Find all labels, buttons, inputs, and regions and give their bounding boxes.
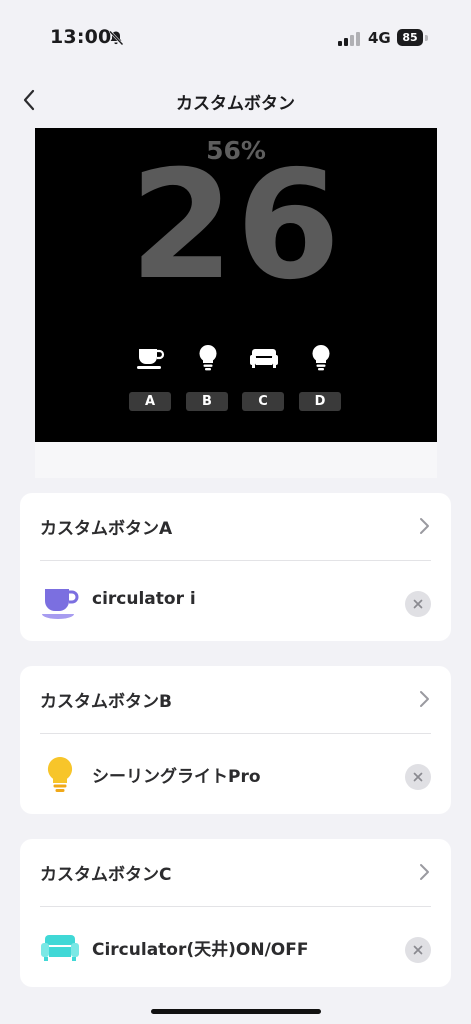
chevron-right-icon xyxy=(420,518,429,534)
slot-label: B xyxy=(186,392,228,411)
slot-label: D xyxy=(299,392,341,411)
page-title: カスタムボタン xyxy=(176,94,295,114)
device-screen-preview: 56% 26 A B C D xyxy=(35,128,437,442)
bell-slash-icon xyxy=(109,30,124,46)
nav-bar: カスタムボタン xyxy=(0,76,471,124)
custom-button-card-c: カスタムボタンC Circulator(天井)ON/OFF xyxy=(20,839,451,987)
preview-panel: 56% 26 A B C D xyxy=(35,128,437,478)
slot-label: C xyxy=(242,392,284,411)
lightbulb-icon xyxy=(199,344,217,371)
battery-icon: 85 xyxy=(397,29,429,46)
custom-button-card-a: カスタムボタンA circulator i xyxy=(20,493,451,641)
custom-button-a-header[interactable]: カスタムボタンA xyxy=(20,493,451,559)
remove-device-button[interactable] xyxy=(405,591,431,617)
device-name: シーリングライトPro xyxy=(92,767,261,787)
chevron-right-icon xyxy=(420,864,429,880)
battery-cap xyxy=(425,35,428,41)
slot-d: D xyxy=(299,344,343,411)
device-row: シーリングライトPro xyxy=(20,734,451,814)
device-row: Circulator(天井)ON/OFF xyxy=(20,907,451,987)
coffee-cup-icon xyxy=(137,349,165,369)
remove-device-button[interactable] xyxy=(405,764,431,790)
device-row: circulator i xyxy=(20,561,451,641)
slot-label: A xyxy=(129,392,171,411)
card-title: カスタムボタンA xyxy=(40,519,173,539)
device-name: circulator i xyxy=(92,589,196,609)
close-icon xyxy=(413,772,423,782)
coffee-cup-icon xyxy=(42,589,79,619)
sofa-icon xyxy=(250,349,278,368)
lightbulb-icon xyxy=(47,756,73,792)
device-name: Circulator(天井)ON/OFF xyxy=(92,940,309,960)
slot-c: C xyxy=(242,344,286,411)
signal-bars-icon xyxy=(338,32,360,46)
remove-device-button[interactable] xyxy=(405,937,431,963)
custom-button-b-header[interactable]: カスタムボタンB xyxy=(20,666,451,732)
slot-b: B xyxy=(186,344,230,411)
battery-level: 85 xyxy=(397,29,423,46)
custom-button-c-header[interactable]: カスタムボタンC xyxy=(20,839,451,905)
card-title: カスタムボタンB xyxy=(40,692,172,712)
network-type: 4G xyxy=(368,29,391,47)
status-bar: 13:00 4G 85 xyxy=(0,0,471,74)
close-icon xyxy=(413,945,423,955)
close-icon xyxy=(413,599,423,609)
status-time: 13:00 xyxy=(50,26,112,48)
preview-value: 26 xyxy=(129,139,343,313)
lightbulb-icon xyxy=(312,344,330,371)
slot-a: A xyxy=(129,344,173,411)
card-title: カスタムボタンC xyxy=(40,865,172,885)
chevron-right-icon xyxy=(420,691,429,707)
sofa-icon xyxy=(41,935,79,961)
home-indicator[interactable] xyxy=(151,1009,321,1014)
custom-button-card-b: カスタムボタンB シーリングライトPro xyxy=(20,666,451,814)
